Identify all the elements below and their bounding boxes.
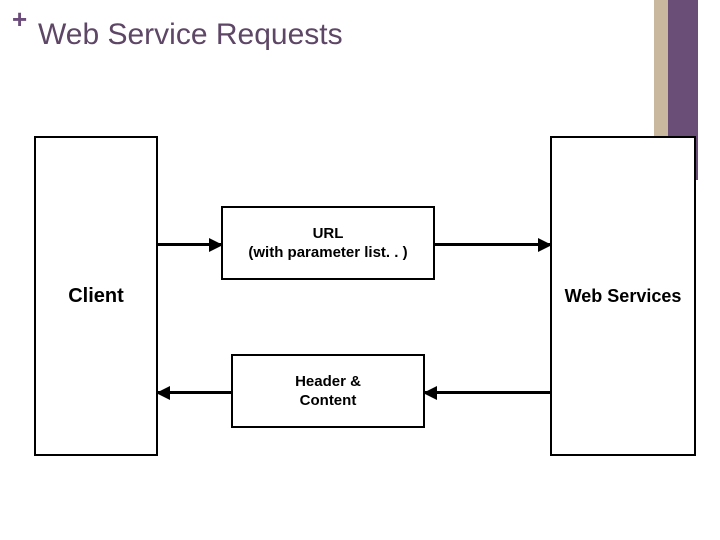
client-box: Client bbox=[34, 136, 158, 456]
page-title: Web Service Requests bbox=[38, 18, 343, 52]
resp-line2: Content bbox=[295, 391, 361, 411]
arrowhead-icon bbox=[156, 386, 170, 400]
plus-icon: + bbox=[12, 6, 27, 32]
arrowhead-icon bbox=[423, 386, 437, 400]
arrow-client-to-url bbox=[158, 243, 221, 246]
arrow-response-to-client bbox=[158, 391, 231, 394]
response-box: Header & Content bbox=[231, 354, 425, 428]
resp-line1: Header & bbox=[295, 372, 361, 392]
arrowhead-icon bbox=[209, 238, 223, 252]
url-line2: (with parameter list. . ) bbox=[248, 243, 407, 263]
client-label: Client bbox=[68, 285, 124, 308]
arrowhead-icon bbox=[538, 238, 552, 252]
arrow-services-to-response bbox=[425, 391, 550, 394]
arrow-url-to-services bbox=[435, 243, 550, 246]
web-services-box: Web Services bbox=[550, 136, 696, 456]
web-services-label: Web Services bbox=[565, 286, 682, 307]
url-line1: URL bbox=[248, 224, 407, 244]
url-box: URL (with parameter list. . ) bbox=[221, 206, 435, 280]
